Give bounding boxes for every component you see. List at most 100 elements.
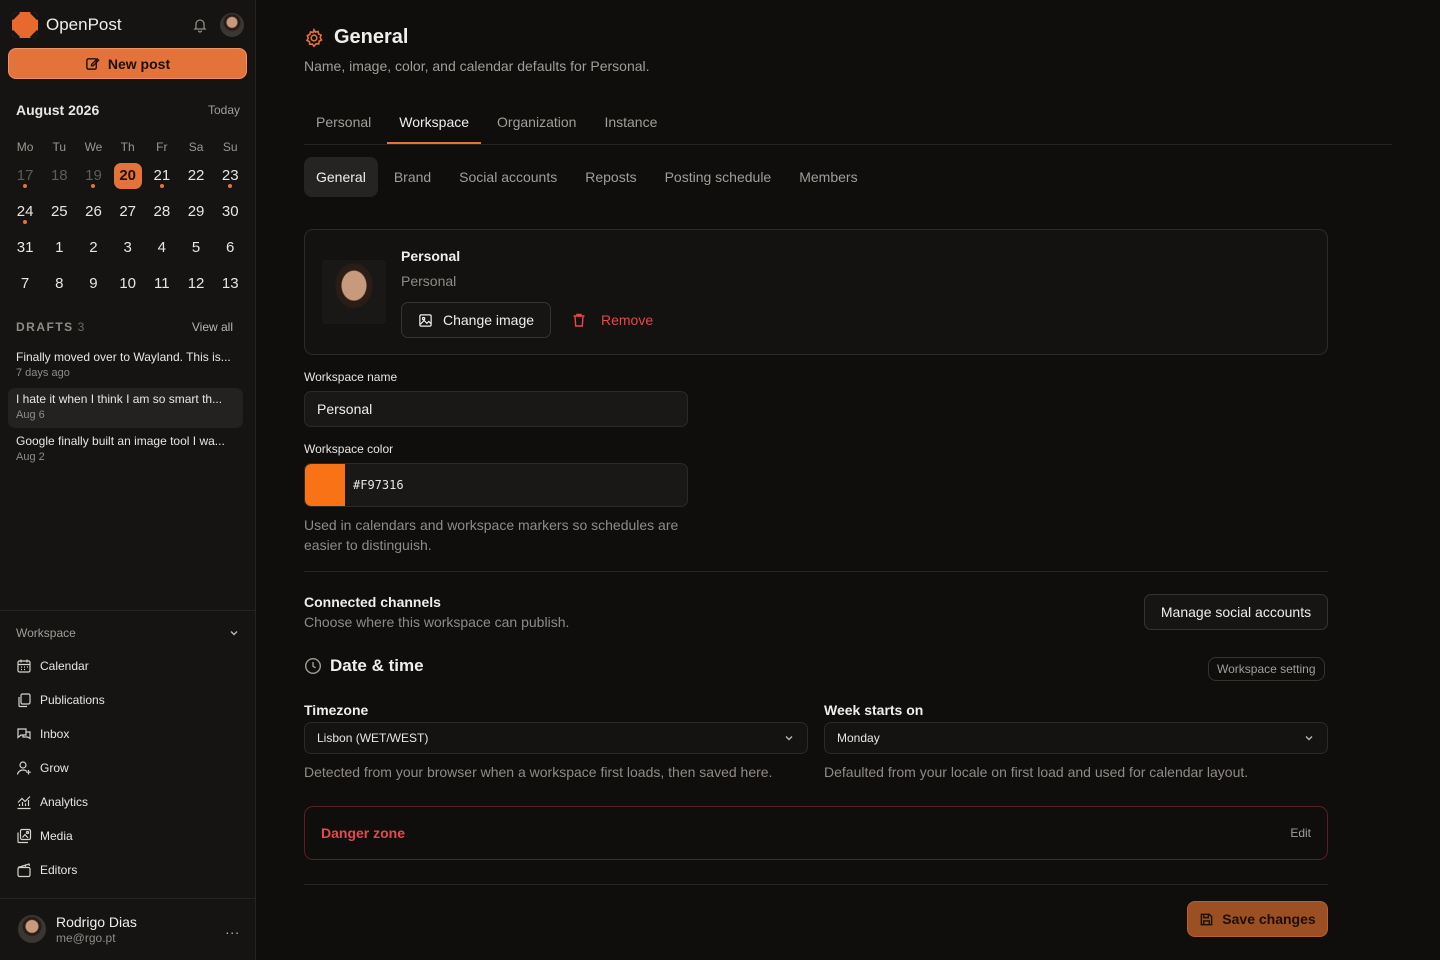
calendar-day[interactable]: 20: [111, 158, 145, 194]
drafts-title-text: DRAFTS: [16, 320, 74, 334]
week-start-select[interactable]: Monday: [824, 722, 1328, 754]
bell-icon[interactable]: [192, 17, 208, 33]
sidebar-item-analytics[interactable]: Analytics: [16, 790, 240, 814]
tab-personal[interactable]: Personal: [304, 108, 383, 144]
calendar-day-number: 5: [191, 239, 201, 256]
subtab-brand[interactable]: Brand: [382, 157, 443, 197]
tab-organization[interactable]: Organization: [485, 108, 588, 144]
tab-instance[interactable]: Instance: [592, 108, 669, 144]
calendar-day[interactable]: 4: [145, 230, 179, 266]
avatar[interactable]: [220, 13, 244, 37]
draft-item[interactable]: Finally moved over to Wayland. This is..…: [8, 346, 243, 386]
calendar-day[interactable]: 19: [76, 158, 110, 194]
calendar-day[interactable]: 17: [8, 158, 42, 194]
new-post-button[interactable]: New post: [8, 48, 247, 79]
chevron-down-icon: [230, 631, 238, 636]
calendar-day[interactable]: 27: [111, 194, 145, 230]
calendar-day[interactable]: 12: [179, 266, 213, 302]
danger-zone-edit-button[interactable]: Edit: [1290, 826, 1311, 840]
inbox-icon: [17, 728, 31, 740]
calendar-day[interactable]: 9: [76, 266, 110, 302]
scheduled-post-dot: [91, 184, 96, 188]
calendar-day[interactable]: 25: [42, 194, 76, 230]
calendar-day[interactable]: 10: [111, 266, 145, 302]
workspace-setting-badge: Workspace setting: [1208, 657, 1325, 681]
sidebar-item-inbox[interactable]: Inbox: [16, 722, 240, 746]
calendar-day[interactable]: 26: [76, 194, 110, 230]
draft-date: 7 days ago: [16, 367, 70, 379]
calendar-day-number: 25: [50, 203, 68, 220]
sidebar-item-calendar[interactable]: Calendar: [16, 654, 240, 678]
subtab-social-accounts[interactable]: Social accounts: [447, 157, 569, 197]
user-profile[interactable]: Rodrigo Dias me@rgo.pt ...: [18, 912, 240, 946]
save-changes-button[interactable]: Save changes: [1187, 901, 1328, 937]
subtab-reposts[interactable]: Reposts: [573, 157, 648, 197]
manage-social-accounts-label: Manage social accounts: [1160, 604, 1312, 620]
sidebar-item-label: Editors: [40, 863, 78, 877]
calendar-day[interactable]: 5: [179, 230, 213, 266]
sidebar-item-publications[interactable]: Publications: [16, 688, 240, 712]
view-all-drafts-link[interactable]: View all: [192, 320, 233, 334]
workspace-name-input[interactable]: Personal: [304, 391, 688, 427]
calendar-day-number: 4: [157, 239, 167, 256]
draft-date: Aug 2: [16, 451, 45, 463]
color-swatch[interactable]: [305, 464, 345, 506]
calendar-day[interactable]: 8: [42, 266, 76, 302]
calendar-day[interactable]: 28: [145, 194, 179, 230]
openpost-logo-icon[interactable]: [12, 12, 38, 38]
workspace-switcher[interactable]: Workspace: [16, 626, 240, 640]
danger-zone: Danger zone Edit: [304, 806, 1328, 860]
new-post-label: New post: [107, 55, 171, 72]
calendar-month: August 2026: [16, 102, 100, 118]
calendar-day[interactable]: 1: [42, 230, 76, 266]
calendar-day-number: 24: [16, 203, 34, 220]
publications-icon: [18, 693, 31, 708]
calendar-day[interactable]: 23: [213, 158, 247, 194]
workspace-image: [322, 260, 386, 324]
calendar-day[interactable]: 6: [213, 230, 247, 266]
subtab-members[interactable]: Members: [787, 157, 869, 197]
calendar-day[interactable]: 13: [213, 266, 247, 302]
timezone-select[interactable]: Lisbon (WET/WEST): [304, 722, 808, 754]
sidebar-item-media[interactable]: Media: [16, 824, 240, 848]
calendar-day[interactable]: 24: [8, 194, 42, 230]
sidebar-item-label: Media: [40, 829, 73, 843]
calendar-day[interactable]: 7: [8, 266, 42, 302]
chevron-down-icon: [1305, 736, 1313, 741]
sidebar-item-editors[interactable]: Editors: [16, 858, 240, 882]
sidebar-item-grow[interactable]: Grow: [16, 756, 240, 780]
subtab-posting-schedule[interactable]: Posting schedule: [653, 157, 784, 197]
calendar-day[interactable]: 29: [179, 194, 213, 230]
color-hex-value[interactable]: #F97316: [353, 478, 404, 492]
draft-item[interactable]: Google finally built an image tool I wa.…: [8, 430, 243, 470]
draft-item[interactable]: I hate it when I think I am so smart th.…: [8, 388, 243, 428]
today-button[interactable]: Today: [208, 103, 240, 117]
calendar-day[interactable]: 31: [8, 230, 42, 266]
more-options-icon[interactable]: ...: [225, 921, 240, 937]
weekday-label: Th: [120, 140, 135, 154]
week-start-help-text: Defaulted from your locale on first load…: [824, 764, 1249, 780]
calendar-day-number: 10: [119, 275, 136, 292]
calendar-day[interactable]: 30: [213, 194, 247, 230]
remove-image-button[interactable]: Remove: [571, 303, 653, 337]
calendar-day[interactable]: 11: [145, 266, 179, 302]
workspace-display-name: Personal: [401, 248, 461, 264]
calendar-day-number: 19: [85, 167, 102, 184]
calendar-day-number: 9: [89, 275, 98, 292]
tab-workspace[interactable]: Workspace: [387, 108, 482, 144]
weekday-label: We: [84, 140, 103, 154]
change-image-button[interactable]: Change image: [401, 302, 551, 338]
workspace-color-field[interactable]: #F97316: [304, 463, 688, 507]
calendar-day[interactable]: 21: [145, 158, 179, 194]
manage-social-accounts-button[interactable]: Manage social accounts: [1144, 594, 1328, 630]
calendar-day[interactable]: 18: [42, 158, 76, 194]
calendar-icon: [17, 659, 31, 673]
workspace-name-label: Workspace name: [304, 370, 398, 384]
calendar-day[interactable]: 3: [111, 230, 145, 266]
scheduled-post-dot: [23, 184, 28, 188]
workspace-color-label: Workspace color: [304, 442, 394, 456]
calendar-day[interactable]: 22: [179, 158, 213, 194]
calendar-day[interactable]: 2: [76, 230, 110, 266]
page-header: General: [304, 26, 408, 49]
subtab-general[interactable]: General: [304, 157, 378, 197]
